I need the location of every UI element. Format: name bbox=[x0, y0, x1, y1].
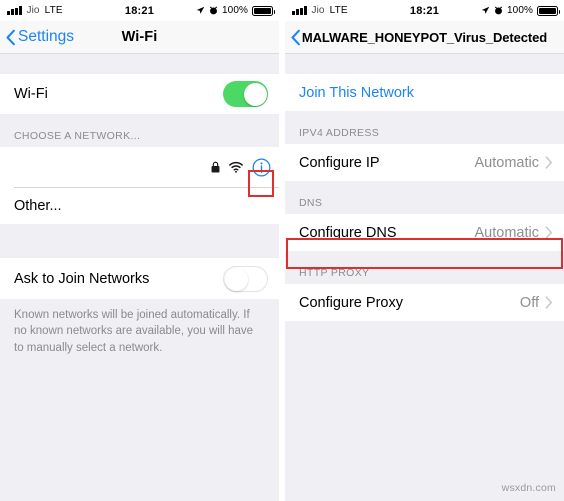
status-bar-right-group: 100% bbox=[196, 5, 275, 16]
page-title-network-name: MALWARE_HONEYPOT_Virus_Detected bbox=[301, 29, 548, 45]
row-label-ask-to-join: Ask to Join Networks bbox=[14, 270, 150, 287]
chevron-right-icon bbox=[545, 296, 553, 309]
row-join-this-network[interactable]: Join This Network bbox=[285, 74, 564, 111]
row-label-other: Other... bbox=[14, 197, 62, 214]
row-ask-to-join[interactable]: Ask to Join Networks bbox=[0, 258, 279, 299]
alarm-clock-icon bbox=[209, 6, 218, 15]
chevron-right-icon bbox=[545, 226, 553, 239]
row-value-configure-proxy: Off bbox=[519, 294, 539, 311]
spacer bbox=[285, 54, 564, 74]
status-bar-right-group: 100% bbox=[481, 5, 560, 16]
row-label-join-this-network: Join This Network bbox=[299, 84, 414, 101]
network-row-icons bbox=[211, 158, 271, 177]
row-label-wifi: Wi-Fi bbox=[14, 86, 48, 102]
network-row[interactable] bbox=[0, 147, 279, 187]
row-other-network[interactable]: Other... bbox=[0, 187, 279, 224]
left-screen-wifi-settings: Jio LTE 18:21 100% Settings Wi-Fi Wi-Fi … bbox=[0, 0, 279, 501]
row-configure-proxy[interactable]: Configure Proxy Off bbox=[285, 284, 564, 321]
dns-group: Configure DNS Automatic bbox=[285, 214, 564, 251]
wifi-icon bbox=[229, 161, 243, 173]
chevron-left-icon bbox=[291, 29, 300, 45]
lock-icon bbox=[211, 161, 220, 173]
section-header-dns: DNS bbox=[285, 181, 564, 214]
ask-to-join-group: Ask to Join Networks bbox=[0, 258, 279, 299]
info-icon[interactable] bbox=[252, 158, 271, 177]
back-button-label: Settings bbox=[18, 28, 75, 45]
status-bar-right: Jio LTE 18:21 100% bbox=[285, 0, 564, 21]
nav-bar-left: Settings Wi-Fi bbox=[0, 21, 279, 54]
ask-to-join-toggle-switch[interactable] bbox=[223, 265, 268, 292]
location-arrow-icon bbox=[196, 6, 205, 14]
screenshot-stage: Jio LTE 18:21 100% Settings Wi-Fi Wi-Fi … bbox=[0, 0, 564, 501]
chevron-left-icon bbox=[6, 29, 15, 45]
spacer bbox=[0, 224, 279, 258]
footer-note-ask-to-join: Known networks will be joined automatica… bbox=[0, 299, 279, 366]
battery-percent: 100% bbox=[222, 5, 248, 16]
row-configure-ip[interactable]: Configure IP Automatic bbox=[285, 144, 564, 181]
proxy-group: Configure Proxy Off bbox=[285, 284, 564, 321]
battery-icon bbox=[537, 5, 560, 16]
row-value-configure-ip: Automatic bbox=[474, 154, 539, 171]
row-value-configure-dns: Automatic bbox=[474, 224, 539, 241]
right-screen-network-detail: Jio LTE 18:21 100% MALWARE_HONEYPOT_Viru… bbox=[285, 0, 564, 501]
wifi-toggle-switch[interactable] bbox=[223, 81, 268, 107]
row-wifi-toggle[interactable]: Wi-Fi bbox=[0, 74, 279, 114]
ipv4-group: Configure IP Automatic bbox=[285, 144, 564, 181]
battery-percent: 100% bbox=[507, 5, 533, 16]
spacer bbox=[0, 54, 279, 74]
alarm-clock-icon bbox=[494, 6, 503, 15]
row-configure-dns[interactable]: Configure DNS Automatic bbox=[285, 214, 564, 251]
status-bar-left: Jio LTE 18:21 100% bbox=[0, 0, 279, 21]
back-button[interactable] bbox=[285, 29, 303, 46]
back-button-settings[interactable]: Settings bbox=[0, 28, 74, 46]
nav-bar-right: MALWARE_HONEYPOT_Virus_Detected bbox=[285, 21, 564, 54]
section-header-ipv4: IPV4 ADDRESS bbox=[285, 111, 564, 144]
join-network-group: Join This Network bbox=[285, 74, 564, 111]
battery-icon bbox=[252, 5, 275, 16]
section-header-http-proxy: HTTP PROXY bbox=[285, 251, 564, 284]
wifi-toggle-group: Wi-Fi bbox=[0, 74, 279, 114]
watermark: wsxdn.com bbox=[501, 482, 556, 494]
location-arrow-icon bbox=[481, 6, 490, 14]
row-label-configure-dns: Configure DNS bbox=[299, 224, 397, 241]
chevron-right-icon bbox=[545, 156, 553, 169]
section-header-choose-network: CHOOSE A NETWORK... bbox=[0, 114, 279, 147]
network-list-group: Other... bbox=[0, 147, 279, 224]
row-label-configure-proxy: Configure Proxy bbox=[299, 294, 403, 311]
row-label-configure-ip: Configure IP bbox=[299, 154, 380, 171]
